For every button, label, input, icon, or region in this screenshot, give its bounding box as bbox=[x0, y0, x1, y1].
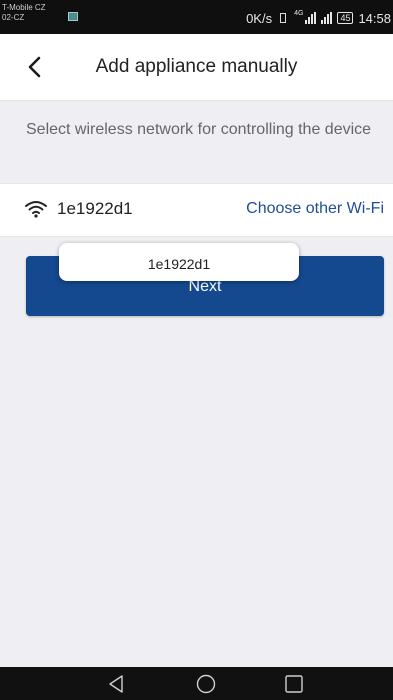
net-speed: 0K/s bbox=[246, 10, 273, 26]
circle-home-icon[interactable] bbox=[196, 674, 216, 694]
network-type: 4G bbox=[294, 9, 304, 17]
app-bar: Add appliance manually bbox=[0, 34, 393, 101]
status-bar: T-Mobile CZ 02-CZ 0K/s 4G 45 14:58 bbox=[0, 0, 393, 34]
status-indicators: 0K/s 4G 45 14:58 bbox=[246, 8, 391, 28]
instruction-text: Select wireless network for controlling … bbox=[26, 121, 372, 138]
vibrate-icon bbox=[277, 12, 289, 24]
wifi-icon bbox=[25, 201, 47, 218]
page-title: Add appliance manually bbox=[95, 56, 298, 77]
carrier-secondary: 02-CZ bbox=[2, 13, 25, 22]
signal-strength-icon bbox=[305, 12, 317, 24]
navigation-bar bbox=[0, 667, 393, 700]
triangle-back-icon[interactable] bbox=[107, 674, 127, 694]
toast-message: 1e1922d1 bbox=[59, 243, 299, 281]
clock: 14:58 bbox=[358, 10, 391, 26]
battery-level: 45 bbox=[337, 12, 354, 24]
signal-strength-secondary-icon bbox=[321, 12, 333, 24]
choose-other-wifi-link[interactable]: Choose other Wi-Fi bbox=[246, 200, 384, 218]
sim-notification-icon bbox=[68, 12, 78, 21]
carrier-info: T-Mobile CZ 02-CZ bbox=[2, 3, 64, 23]
selected-wifi-row: 1e1922d1 Choose other Wi-Fi bbox=[0, 183, 393, 237]
square-recents-icon[interactable] bbox=[284, 674, 304, 694]
carrier-name: T-Mobile CZ bbox=[2, 3, 46, 12]
wifi-ssid: 1e1922d1 bbox=[57, 199, 133, 218]
